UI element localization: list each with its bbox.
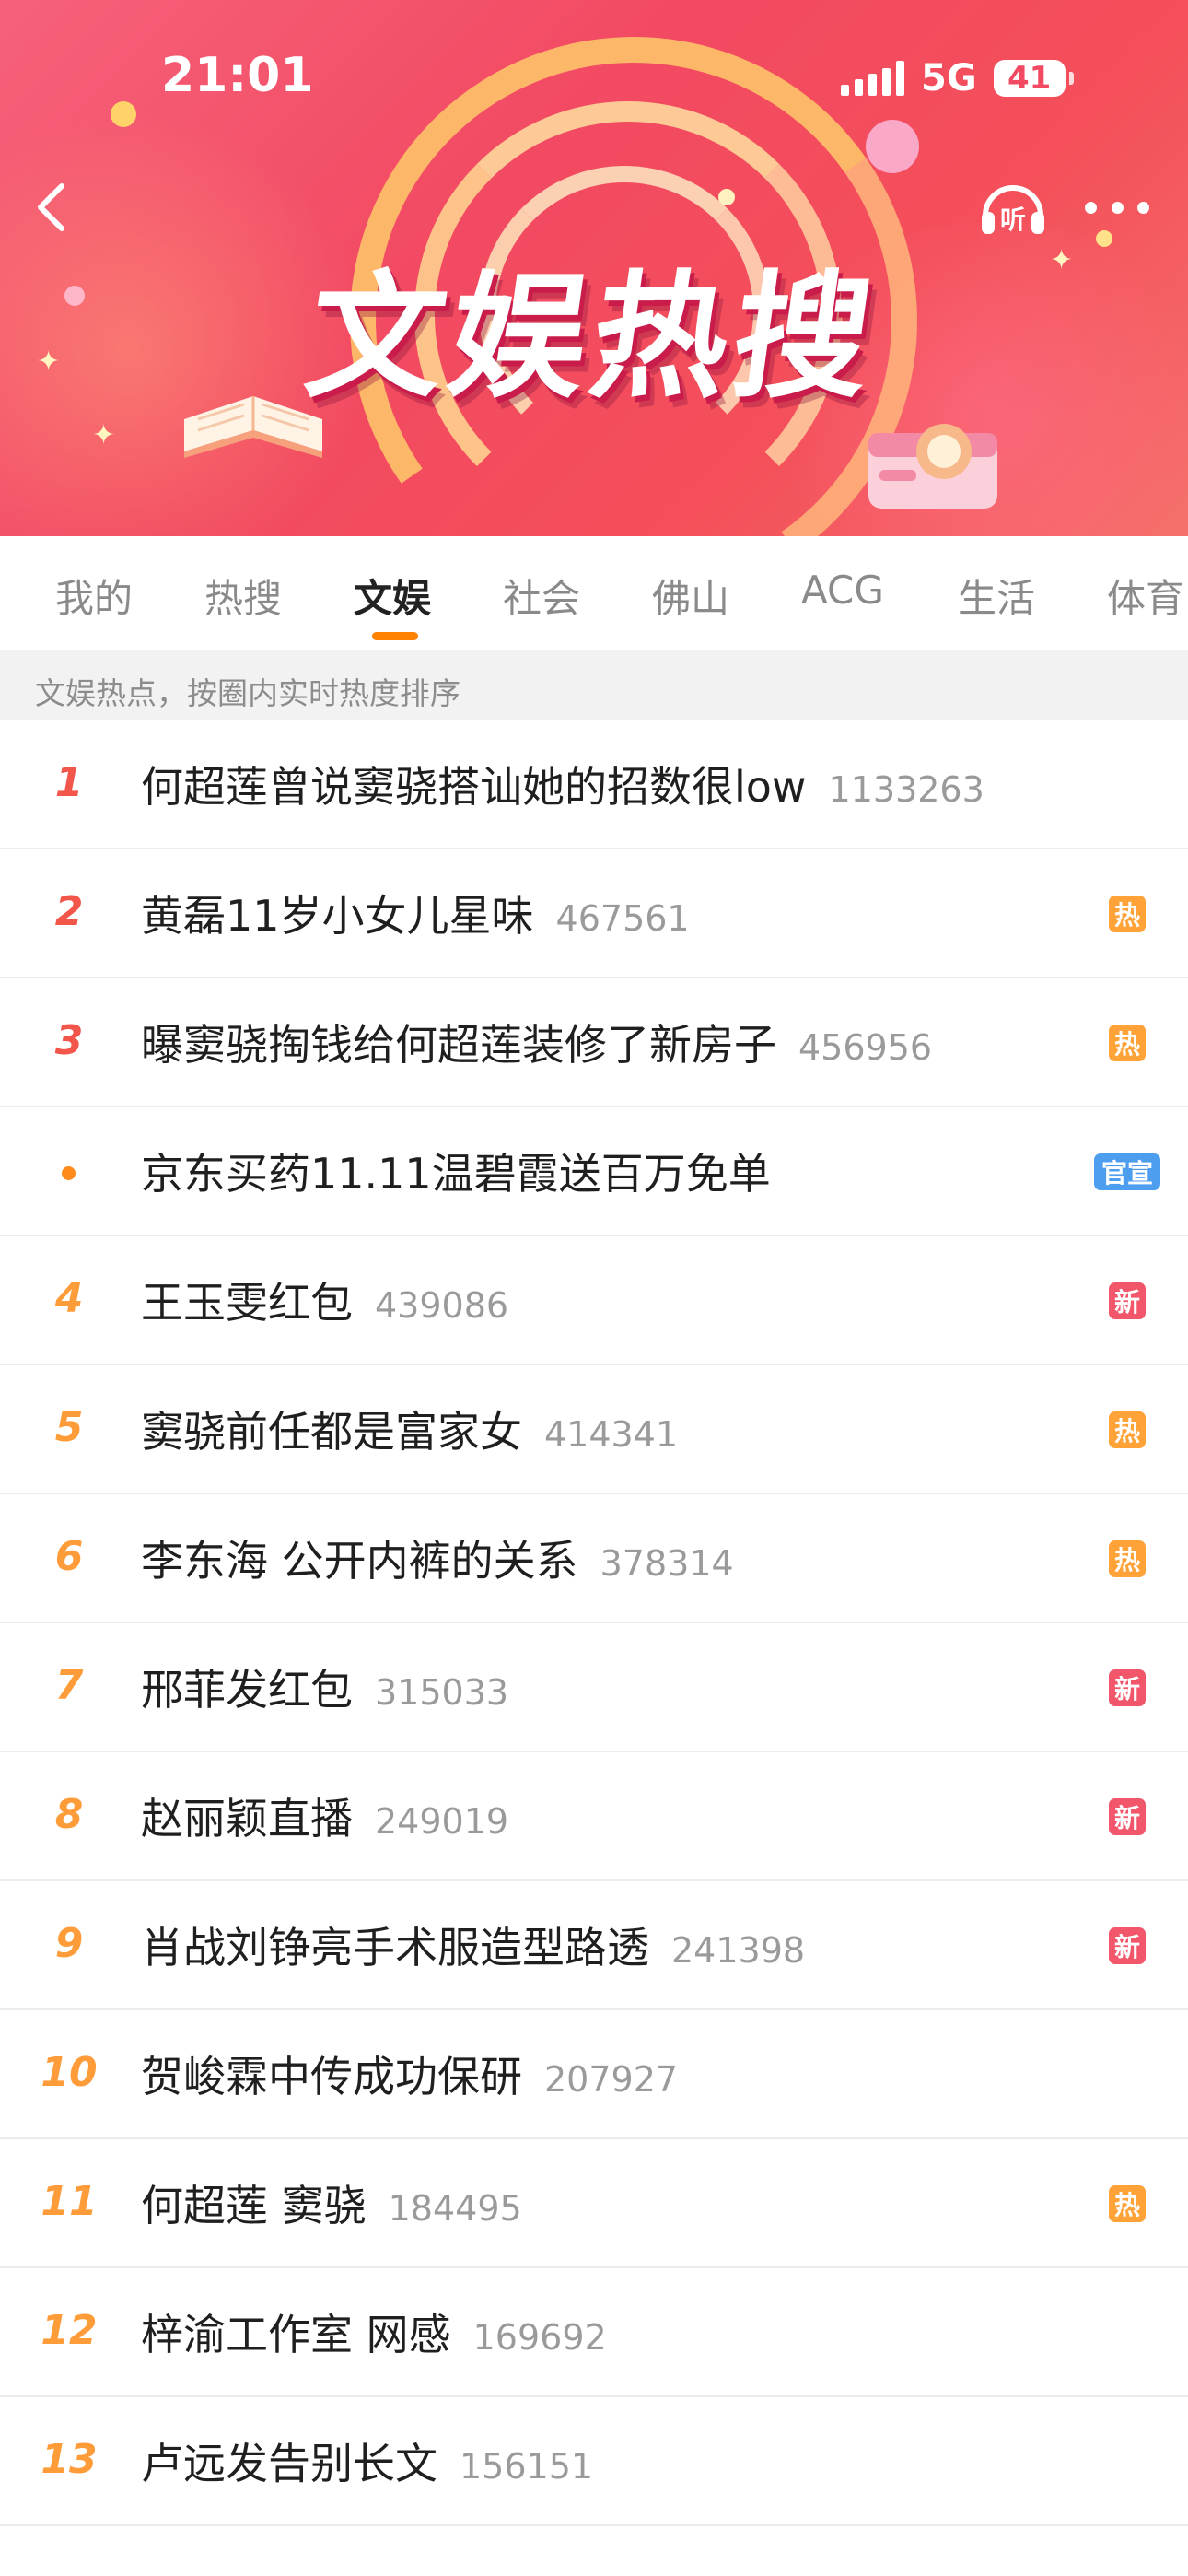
rank-number: 9 bbox=[54, 1920, 84, 1967]
status-time: 21:01 bbox=[161, 48, 314, 103]
list-item[interactable]: 4 王玉雯红包 439086 新 bbox=[0, 1236, 1188, 1365]
banner: ✦ ✦ ✦ 21:01 5G 41 听 文娱热搜 bbox=[0, 0, 1188, 536]
list-item[interactable]: 7 邢菲发红包 315033 新 bbox=[0, 1623, 1188, 1752]
new-badge: 新 bbox=[1109, 1798, 1146, 1835]
rank-number: 13 bbox=[41, 2436, 98, 2483]
topic-title: 黄磊11岁小女儿星味 bbox=[141, 891, 534, 941]
heat-value: 156151 bbox=[460, 2446, 594, 2487]
tab-life[interactable]: 生活 bbox=[958, 568, 1035, 624]
category-tabs: 我的 热搜 文娱 社会 佛山 ACG 生活 体育 bbox=[0, 536, 1188, 650]
topic-title: 卢远发告别长文 bbox=[141, 2439, 437, 2488]
topic-title: 京东买药11.11温碧霞送百万免单 bbox=[141, 1149, 771, 1199]
rank-number: 10 bbox=[41, 2049, 98, 2096]
more-dot bbox=[1137, 201, 1149, 214]
topic-title: 邢菲发红包 bbox=[141, 1665, 353, 1715]
list-item[interactable]: 3 曝窦骁掏钱给何超莲装修了新房子 456956 热 bbox=[0, 978, 1188, 1107]
tab-mine[interactable]: 我的 bbox=[55, 568, 133, 624]
hot-badge: 热 bbox=[1109, 1540, 1146, 1577]
more-button[interactable] bbox=[1085, 184, 1149, 230]
tab-foshan[interactable]: 佛山 bbox=[652, 568, 729, 624]
banner-decoration bbox=[718, 189, 735, 205]
heat-value: 184495 bbox=[388, 2188, 522, 2229]
rank-number: 6 bbox=[54, 1533, 84, 1580]
page-title: 文娱热搜 bbox=[297, 258, 888, 416]
hot-badge: 热 bbox=[1109, 1411, 1146, 1448]
rank-number: 4 bbox=[54, 1275, 84, 1322]
tab-sports[interactable]: 体育 bbox=[1107, 568, 1184, 624]
rank-number: 11 bbox=[41, 2178, 98, 2225]
new-badge: 新 bbox=[1109, 1927, 1146, 1964]
list-item[interactable]: 1 何超莲曾说窦骁搭讪她的招数很low 1133263 bbox=[0, 720, 1188, 849]
list-item[interactable]: 12 梓渝工作室 网感 169692 bbox=[0, 2268, 1188, 2397]
hot-badge: 热 bbox=[1109, 2185, 1146, 2222]
heat-value: 467561 bbox=[555, 898, 690, 939]
tab-society[interactable]: 社会 bbox=[503, 568, 580, 624]
list-item[interactable]: 5 窦骁前任都是富家女 414341 热 bbox=[0, 1365, 1188, 1494]
tab-acg[interactable]: ACG bbox=[801, 568, 884, 613]
tab-hot-search[interactable]: 热搜 bbox=[204, 568, 282, 624]
hot-badge: 热 bbox=[1109, 1025, 1146, 1061]
heat-value: 456956 bbox=[798, 1027, 933, 1068]
network-label: 5G bbox=[921, 57, 977, 100]
hot-search-list: 1 何超莲曾说窦骁搭讪她的招数很low 1133263 2 黄磊11岁小女儿星味 4… bbox=[0, 720, 1188, 2526]
signal-icon bbox=[841, 61, 904, 96]
heat-value: 378314 bbox=[600, 1543, 734, 1584]
topic-title: 何超莲 窦骁 bbox=[141, 2181, 367, 2231]
topic-title: 曝窦骁掏钱给何超莲装修了新房子 bbox=[141, 1020, 776, 1070]
more-dot bbox=[1111, 201, 1124, 214]
rank-number: 2 bbox=[54, 888, 84, 935]
official-badge: 官宣 bbox=[1094, 1153, 1160, 1190]
heat-value: 207927 bbox=[544, 2059, 679, 2100]
list-description: 文娱热点，按圈内实时热度排序 bbox=[0, 650, 1188, 720]
list-item[interactable]: 2 黄磊11岁小女儿星味 467561 热 bbox=[0, 849, 1188, 978]
topic-title: 窦骁前任都是富家女 bbox=[141, 1407, 522, 1457]
list-item[interactable]: 13 卢远发告别长文 156151 bbox=[0, 2397, 1188, 2526]
sparkle-icon: ✦ bbox=[92, 419, 116, 451]
heat-value: 1133263 bbox=[828, 769, 984, 810]
topic-title: 何超莲曾说窦骁搭讪她的招数很low bbox=[141, 762, 807, 812]
list-item-promoted[interactable]: 京东买药11.11温碧霞送百万免单 官宣 bbox=[0, 1107, 1188, 1236]
heat-value: 439086 bbox=[375, 1285, 509, 1326]
heat-value: 315033 bbox=[375, 1672, 509, 1713]
heat-value: 414341 bbox=[544, 1414, 679, 1455]
list-description-text: 文娱热点，按圈内实时热度排序 bbox=[35, 675, 460, 711]
heat-value: 249019 bbox=[375, 1801, 509, 1842]
rank-number: 12 bbox=[41, 2307, 98, 2354]
battery-icon: 41 bbox=[993, 60, 1074, 97]
promoted-dot-icon bbox=[62, 1166, 76, 1180]
rank-number: 5 bbox=[54, 1404, 84, 1451]
topic-title: 贺峻霖中传成功保研 bbox=[141, 2052, 522, 2102]
hot-badge: 热 bbox=[1109, 896, 1146, 932]
tab-entertainment[interactable]: 文娱 bbox=[354, 568, 431, 624]
list-item[interactable]: 6 李东海 公开内裤的关系 378314 热 bbox=[0, 1494, 1188, 1623]
status-indicators: 5G 41 bbox=[841, 57, 1074, 100]
more-dot bbox=[1085, 201, 1097, 214]
list-item[interactable]: 11 何超莲 窦骁 184495 热 bbox=[0, 2139, 1188, 2268]
topic-title: 李东海 公开内裤的关系 bbox=[141, 1536, 578, 1586]
banner-decoration bbox=[866, 120, 919, 173]
heat-value: 169692 bbox=[472, 2317, 607, 2358]
new-badge: 新 bbox=[1109, 1282, 1146, 1319]
heat-value: 241398 bbox=[671, 1930, 806, 1971]
rank-number: 3 bbox=[54, 1017, 84, 1064]
rank-number: 7 bbox=[54, 1662, 84, 1709]
new-badge: 新 bbox=[1109, 1669, 1146, 1706]
rank-number: 8 bbox=[54, 1791, 84, 1838]
topic-title: 肖战刘铮亮手术服造型路透 bbox=[141, 1923, 649, 1973]
rank-number: 1 bbox=[54, 759, 84, 806]
active-tab-indicator bbox=[372, 632, 418, 640]
topic-title: 梓渝工作室 网感 bbox=[141, 2310, 451, 2359]
banner-decoration bbox=[111, 101, 136, 127]
list-item[interactable]: 10 贺峻霖中传成功保研 207927 bbox=[0, 2010, 1188, 2139]
topic-title: 赵丽颖直播 bbox=[141, 1794, 353, 1844]
list-item[interactable]: 8 赵丽颖直播 249019 新 bbox=[0, 1752, 1188, 1881]
list-item[interactable]: 9 肖战刘铮亮手术服造型路透 241398 新 bbox=[0, 1881, 1188, 2010]
topic-title: 王玉雯红包 bbox=[141, 1278, 353, 1328]
